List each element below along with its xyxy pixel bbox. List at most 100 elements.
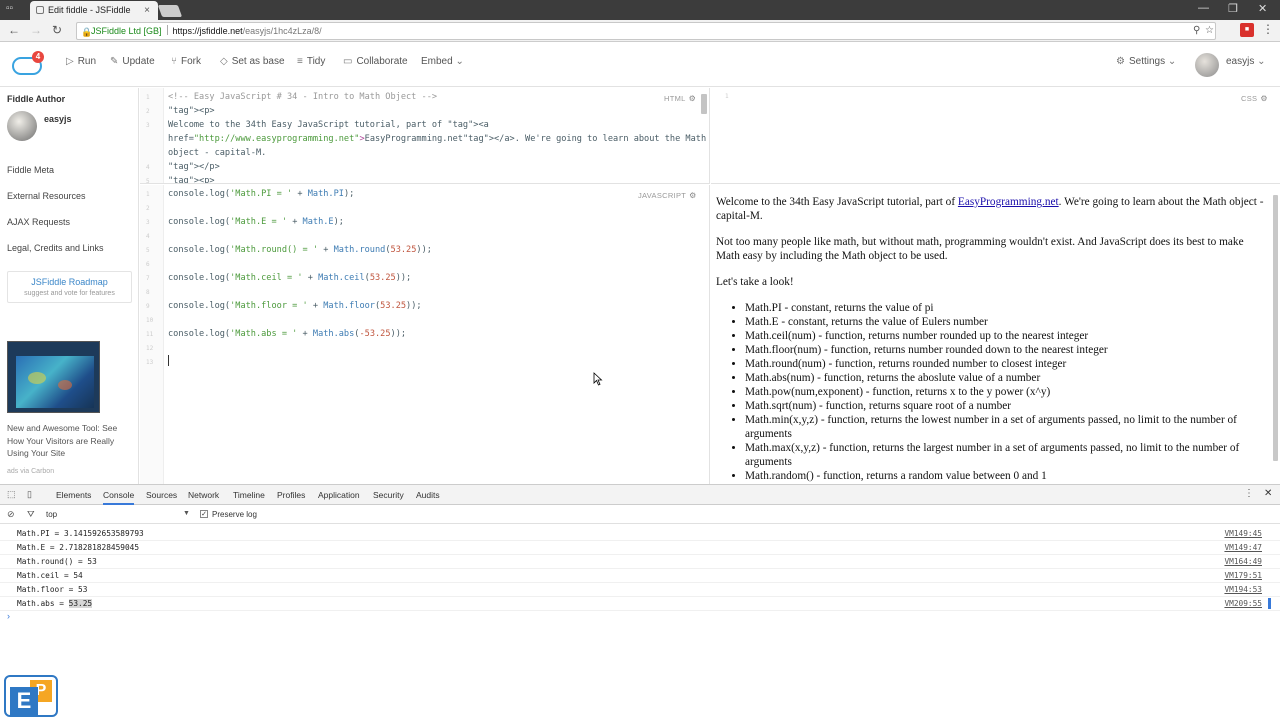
pencil-icon: ✎: [110, 56, 119, 67]
forward-icon[interactable]: →: [30, 23, 42, 37]
console-source-link[interactable]: VM209:55: [1224, 599, 1262, 608]
chevron-down-icon: ⌄: [455, 56, 464, 67]
console-toolbar: ⊘ ⛛ top ▼ ✓ Preserve log: [0, 506, 1280, 524]
set-as-base-button[interactable]: ◇ Set as base: [220, 56, 285, 67]
line-number: 3: [146, 219, 150, 226]
gear-icon[interactable]: ⚙: [689, 94, 696, 103]
notification-badge[interactable]: 4: [32, 51, 44, 63]
devtools-tab-sources[interactable]: Sources: [146, 490, 177, 500]
clear-console-icon[interactable]: ⊘: [7, 509, 15, 520]
extension-icon[interactable]: ■: [1240, 23, 1254, 37]
css-editor[interactable]: 1 CSS ⚙: [711, 88, 1280, 184]
console-source-link[interactable]: VM149:47: [1224, 543, 1262, 552]
devtools-tab-console[interactable]: Console: [103, 490, 135, 505]
html-scrollbar[interactable]: [701, 94, 707, 114]
settings-button[interactable]: ⚙ Settings ⌄: [1116, 56, 1180, 67]
maximize-icon[interactable]: ❐: [1228, 2, 1238, 15]
console-message: Math.round() = 53: [17, 557, 97, 566]
ad-heat-spot: [28, 372, 46, 384]
result-scrollbar[interactable]: [1273, 195, 1278, 461]
avatar[interactable]: [1195, 53, 1219, 77]
gear-icon[interactable]: ⚙: [689, 191, 696, 200]
tidy-button[interactable]: ≡ Tidy: [297, 56, 325, 67]
sidebar-item-fiddle-meta[interactable]: Fiddle Meta: [7, 165, 54, 175]
lock-icon: 🔒: [81, 27, 93, 37]
easyprogramming-link[interactable]: EasyProgramming.net: [958, 196, 1059, 208]
devtools-tab-security[interactable]: Security: [373, 490, 404, 500]
devtools-tab-network[interactable]: Network: [188, 490, 219, 500]
devtools-tab-application[interactable]: Application: [318, 490, 360, 500]
device-mode-icon[interactable]: ▯: [27, 489, 32, 500]
ad-via[interactable]: ads via Carbon: [7, 468, 54, 475]
selected-text[interactable]: 53.25: [68, 599, 93, 608]
update-button[interactable]: ✎ Update: [110, 56, 155, 67]
console-source-link[interactable]: VM149:45: [1224, 529, 1262, 538]
devtools-tab-audits[interactable]: Audits: [416, 490, 440, 500]
html-gutter: [140, 88, 164, 183]
zoom-icon[interactable]: ⚲: [1193, 23, 1200, 39]
fork-button[interactable]: ⑂ Fork: [171, 56, 201, 67]
preserve-log-checkbox[interactable]: ✓: [200, 510, 208, 518]
url-path: /easyjs/1hc4zLza/8/: [242, 26, 322, 36]
math-list-item: Math.max(x,y,z) - function, returns the …: [745, 441, 1264, 469]
roadmap-subtitle: suggest and vote for features: [24, 290, 115, 297]
html-code-line: "tag"><p>: [168, 106, 215, 116]
html-editor[interactable]: 1 <!-- Easy JavaScript # 34 - Intro to Ma…: [140, 88, 710, 184]
collaborate-label: Collaborate: [356, 56, 408, 67]
ad-heat-spot: [58, 380, 72, 390]
sidebar-item-external-resources[interactable]: External Resources: [7, 191, 86, 201]
context-select[interactable]: top: [46, 510, 57, 519]
javascript-editor[interactable]: 1 console.log('Math.PI = ' + Math.PI); 2 3 c…: [140, 185, 710, 484]
html-code-line: object - capital-M.: [168, 148, 267, 158]
roadmap-box[interactable]: JSFiddle Roadmap suggest and vote for fe…: [7, 271, 132, 303]
ad-text[interactable]: New and Awesome Tool: See How Your Visit…: [7, 422, 132, 460]
back-icon[interactable]: ←: [8, 23, 20, 37]
devtools-tab-timeline[interactable]: Timeline: [233, 490, 265, 500]
math-list-item: Math.pow(num,exponent) - function, retur…: [745, 385, 1264, 399]
console-source-link[interactable]: VM179:51: [1224, 571, 1262, 580]
bookmark-star-icon[interactable]: ☆: [1205, 23, 1214, 39]
author-name[interactable]: easyjs: [44, 114, 72, 124]
devtools-tab-elements[interactable]: Elements: [56, 490, 91, 500]
run-button[interactable]: ▷ Run: [66, 56, 96, 67]
tab-close-icon[interactable]: ×: [144, 1, 150, 20]
new-tab-button[interactable]: [157, 5, 183, 17]
browser-tab[interactable]: Edit fiddle - JSFiddle ×: [30, 1, 158, 20]
console-source-link[interactable]: VM194:53: [1224, 585, 1262, 594]
console-prompt[interactable]: ›: [7, 611, 10, 621]
math-list-item: Math.sqrt(num) - function, returns squar…: [745, 399, 1264, 413]
reload-icon[interactable]: ↻: [52, 23, 62, 37]
author-avatar[interactable]: [7, 111, 37, 141]
line-number: 4: [146, 233, 150, 240]
devtools-tab-profiles[interactable]: Profiles: [277, 490, 305, 500]
username-label: easyjs: [1226, 56, 1255, 67]
sidebar: Fiddle Author easyjs Fiddle Meta Externa…: [0, 88, 139, 484]
console-message: Math.ceil = 54: [17, 571, 83, 580]
console-source-link[interactable]: VM164:49: [1224, 557, 1262, 566]
gear-icon[interactable]: ⚙: [1260, 94, 1267, 103]
inspect-icon[interactable]: ⬚: [7, 489, 16, 500]
browser-menu-icon[interactable]: ⋮: [1262, 22, 1274, 36]
filter-icon[interactable]: ⛛: [27, 509, 35, 520]
sidebar-item-ajax-requests[interactable]: AJAX Requests: [7, 217, 70, 227]
embed-button[interactable]: Embed ⌄: [421, 56, 468, 67]
jsfiddle-logo[interactable]: 4: [12, 51, 44, 77]
url-input[interactable]: 🔒 JSFiddle Ltd [GB] https://jsfiddle.net/…: [76, 22, 1216, 40]
close-devtools-icon[interactable]: ✕: [1264, 488, 1272, 499]
close-window-icon[interactable]: ✕: [1258, 2, 1267, 15]
devtools-menu-icon[interactable]: ⋮: [1244, 488, 1254, 499]
line-number: 10: [146, 317, 154, 324]
js-code-line: console.log('Math.PI = ' + Math.PI);: [168, 189, 355, 199]
minimize-icon[interactable]: —: [1198, 2, 1209, 14]
collaborate-button[interactable]: ▭ Collaborate: [343, 56, 408, 67]
math-list-item: Math.min(x,y,z) - function, returns the …: [745, 413, 1264, 441]
apps-icon[interactable]: ▫▫: [6, 3, 13, 14]
sidebar-item-legal[interactable]: Legal, Credits and Links: [7, 243, 104, 253]
preserve-log-label: Preserve log: [212, 510, 257, 519]
result-frame[interactable]: Welcome to the 34th Easy JavaScript tuto…: [711, 185, 1280, 484]
math-list-item: Math.E - constant, returns the value of …: [745, 315, 1264, 329]
url-host: https://jsfiddle.net: [172, 26, 243, 36]
chevron-down-icon[interactable]: ▼: [183, 510, 190, 517]
ad-image[interactable]: [7, 341, 100, 413]
user-menu[interactable]: easyjs ⌄: [1226, 56, 1270, 67]
